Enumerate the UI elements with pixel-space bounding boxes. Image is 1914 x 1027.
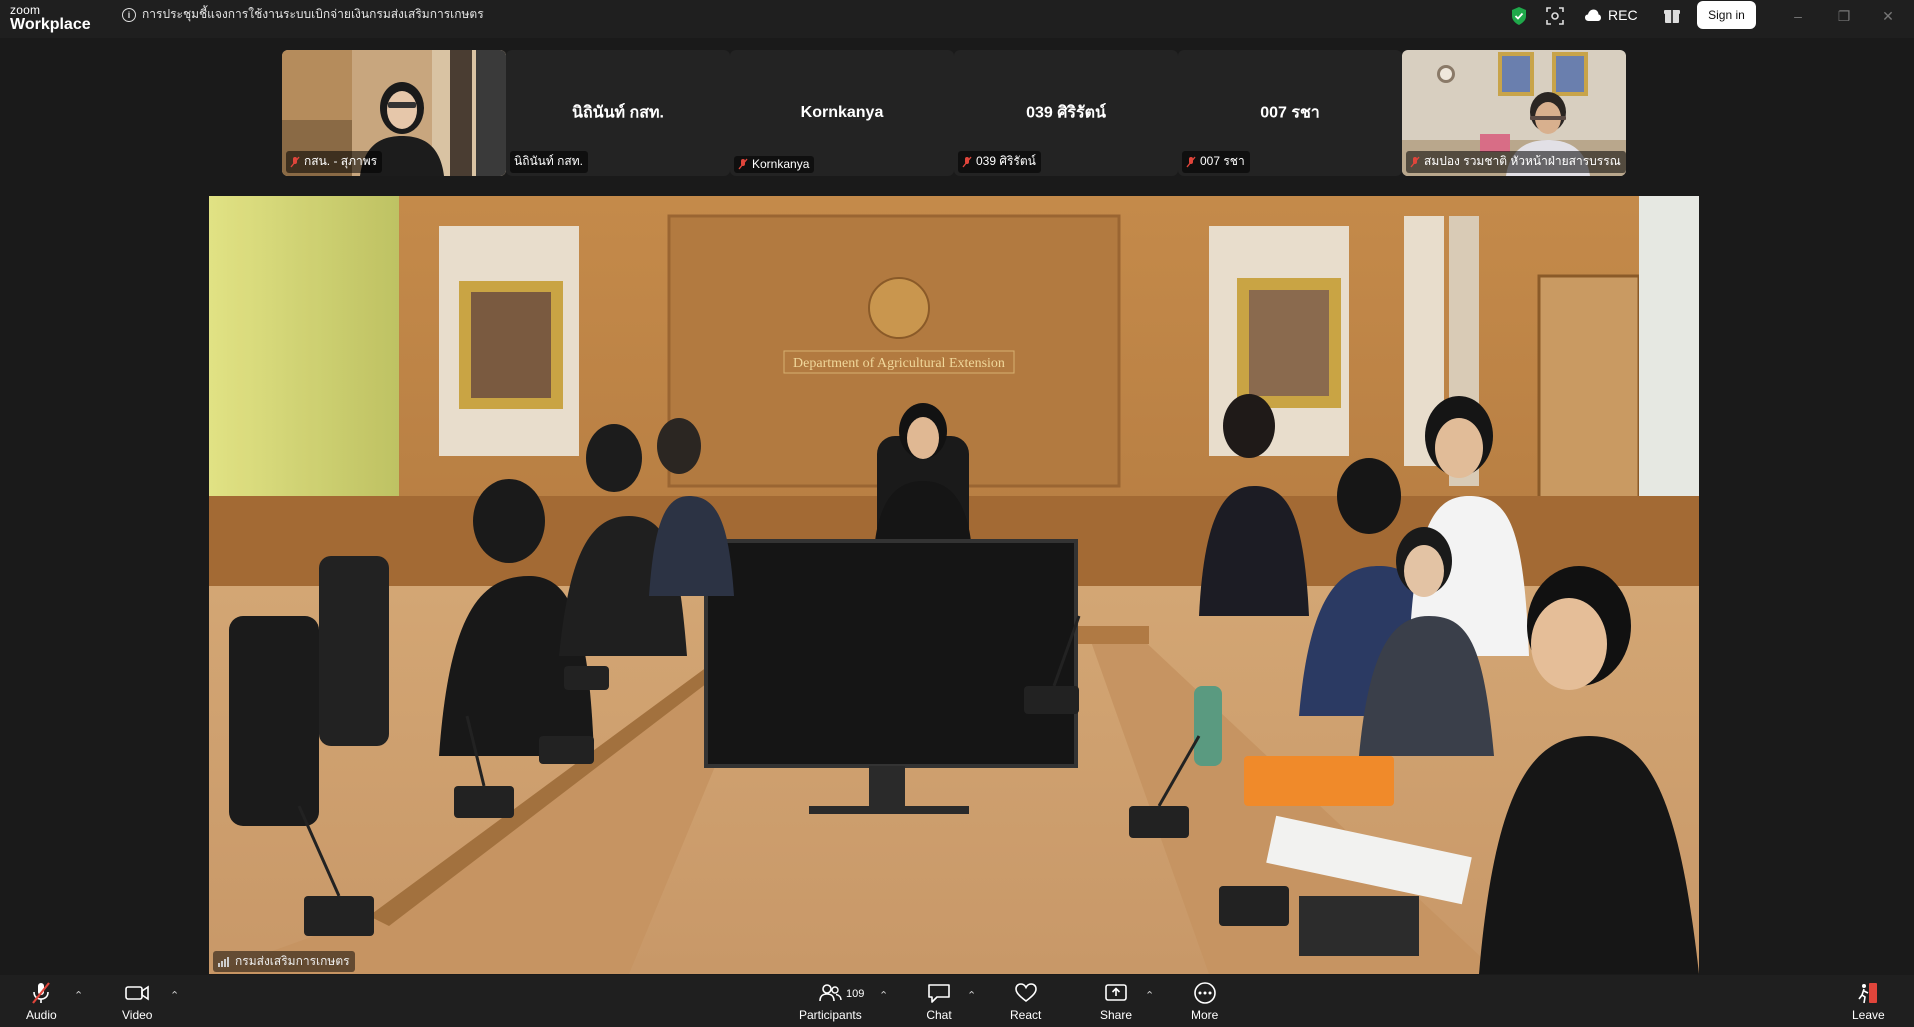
participants-label: Participants — [799, 1008, 862, 1022]
participant-tile[interactable]: 007 รชา 007 รชา — [1178, 50, 1402, 176]
participant-label: สมปอง รวมชาติ หัวหน้าฝ่ายสารบรรณ — [1406, 151, 1626, 173]
audio-button[interactable]: Audio — [26, 981, 57, 1022]
active-speaker-label: กรมส่งเสริมการเกษตร — [213, 951, 355, 972]
chat-icon — [928, 984, 950, 1003]
participant-label: กสน. - สุภาพร — [286, 151, 383, 173]
participant-label: นิถินันท์ กสท. — [510, 151, 588, 173]
active-speaker-name: กรมส่งเสริมการเกษตร — [235, 954, 350, 968]
participant-name: กสน. - สุภาพร — [304, 154, 378, 168]
mic-muted-icon — [290, 156, 300, 167]
participant-tile[interactable]: Kornkanya Kornkanya — [730, 50, 954, 176]
react-label: React — [1010, 1008, 1042, 1022]
mic-muted-icon — [738, 158, 748, 170]
leave-label: Leave — [1852, 1008, 1885, 1022]
meeting-title-text: การประชุมชี้แจงการใช้งานระบบเบิกจ่ายเงิน… — [142, 7, 484, 21]
participant-tile[interactable]: กสน. - สุภาพร — [282, 50, 506, 176]
leave-icon — [1858, 983, 1878, 1004]
participant-name: สมปอง รวมชาติ หัวหน้าฝ่ายสารบรรณ — [1424, 154, 1621, 168]
video-camera-icon — [125, 985, 150, 1001]
participant-tile[interactable]: สมปอง รวมชาติ หัวหน้าฝ่ายสารบรรณ — [1402, 50, 1626, 176]
participants-options-chevron-up-icon[interactable]: ⌃ — [879, 989, 888, 1002]
signal-strength-icon — [218, 956, 229, 967]
participant-display-name: 039 ศิริรัตน์ — [1026, 104, 1106, 122]
brand-small: zoom — [10, 3, 41, 17]
participant-label: 039 ศิริรัตน์ — [958, 151, 1041, 173]
participants-count: 109 — [846, 988, 865, 1000]
meeting-title[interactable]: i การประชุมชี้แจงการใช้งานระบบเบิกจ่ายเง… — [122, 5, 484, 24]
heart-icon — [1014, 983, 1037, 1003]
participant-tile[interactable]: นิถินันท์ กสท. นิถินันท์ กสท. — [506, 50, 730, 176]
share-options-chevron-up-icon[interactable]: ⌃ — [1145, 989, 1154, 1002]
more-label: More — [1191, 1008, 1219, 1022]
video-options-chevron-up-icon[interactable]: ⌃ — [170, 989, 179, 1002]
share-button[interactable]: Share — [1100, 981, 1132, 1022]
participant-name: 007 รชา — [1200, 154, 1245, 168]
apps-icon[interactable] — [1662, 6, 1682, 26]
participant-display-name: Kornkanya — [800, 104, 884, 121]
share-label: Share — [1100, 1008, 1133, 1022]
meeting-toolbar: Audio ⌃ Video ⌃ Participants 109 ⌃ Chat … — [0, 975, 1914, 1027]
encryption-shield-icon[interactable] — [1510, 6, 1528, 26]
participant-tile[interactable]: 039 ศิริรัตน์ 039 ศิริรัตน์ — [954, 50, 1178, 176]
meeting-room-scene: Department of Agricultural Extension — [209, 196, 1699, 974]
rec-label: REC — [1608, 7, 1638, 23]
participants-icon — [819, 984, 843, 1002]
share-screen-icon — [1105, 984, 1127, 1001]
chat-label: Chat — [926, 1008, 952, 1022]
chat-button[interactable]: Chat — [926, 981, 952, 1022]
active-speaker-video[interactable]: Department of Agricultural Extension กรม… — [209, 196, 1699, 974]
cloud-icon — [1585, 9, 1601, 21]
video-label: Video — [122, 1008, 153, 1022]
audio-options-chevron-up-icon[interactable]: ⌃ — [74, 989, 83, 1002]
room-plaque-text: Department of Agricultural Extension — [793, 356, 1005, 371]
sign-in-button[interactable]: Sign in — [1697, 1, 1756, 29]
title-bar: zoom Workplace i การประชุมชี้แจงการใช้งา… — [0, 0, 1914, 38]
more-button[interactable]: More — [1191, 981, 1218, 1022]
minimize-icon[interactable]: – — [1786, 6, 1810, 26]
maximize-icon[interactable]: ❐ — [1832, 6, 1856, 26]
mic-muted-icon — [962, 156, 972, 167]
participant-name: 039 ศิริรัตน์ — [976, 154, 1036, 168]
view-focus-icon[interactable] — [1545, 6, 1565, 26]
video-button[interactable]: Video — [122, 981, 152, 1022]
leave-button[interactable]: Leave — [1852, 981, 1885, 1022]
participant-name: นิถินันท์ กสท. — [514, 154, 583, 168]
participant-display-name: 007 รชา — [1260, 104, 1320, 122]
audio-label: Audio — [26, 1008, 57, 1022]
brand-big: Workplace — [10, 16, 91, 33]
mic-muted-icon — [1186, 156, 1196, 167]
recording-indicator[interactable]: REC — [1584, 7, 1638, 23]
participant-name: Kornkanya — [752, 157, 810, 171]
participant-label: Kornkanya — [734, 156, 815, 173]
participant-label: 007 รชา — [1182, 151, 1250, 173]
mic-muted-icon — [32, 982, 51, 1004]
chat-options-chevron-up-icon[interactable]: ⌃ — [967, 989, 976, 1002]
mic-muted-icon — [1410, 156, 1420, 167]
participant-display-name: นิถินันท์ กสท. — [572, 104, 664, 122]
more-icon — [1193, 982, 1216, 1004]
close-icon[interactable]: ✕ — [1876, 6, 1900, 26]
zoom-logo: zoom Workplace — [10, 4, 91, 33]
gallery-strip: กสน. - สุภาพร นิถินันท์ กสท. นิถินันท์ ก… — [0, 38, 1914, 178]
react-button[interactable]: React — [1010, 981, 1041, 1022]
info-icon[interactable]: i — [122, 7, 136, 22]
